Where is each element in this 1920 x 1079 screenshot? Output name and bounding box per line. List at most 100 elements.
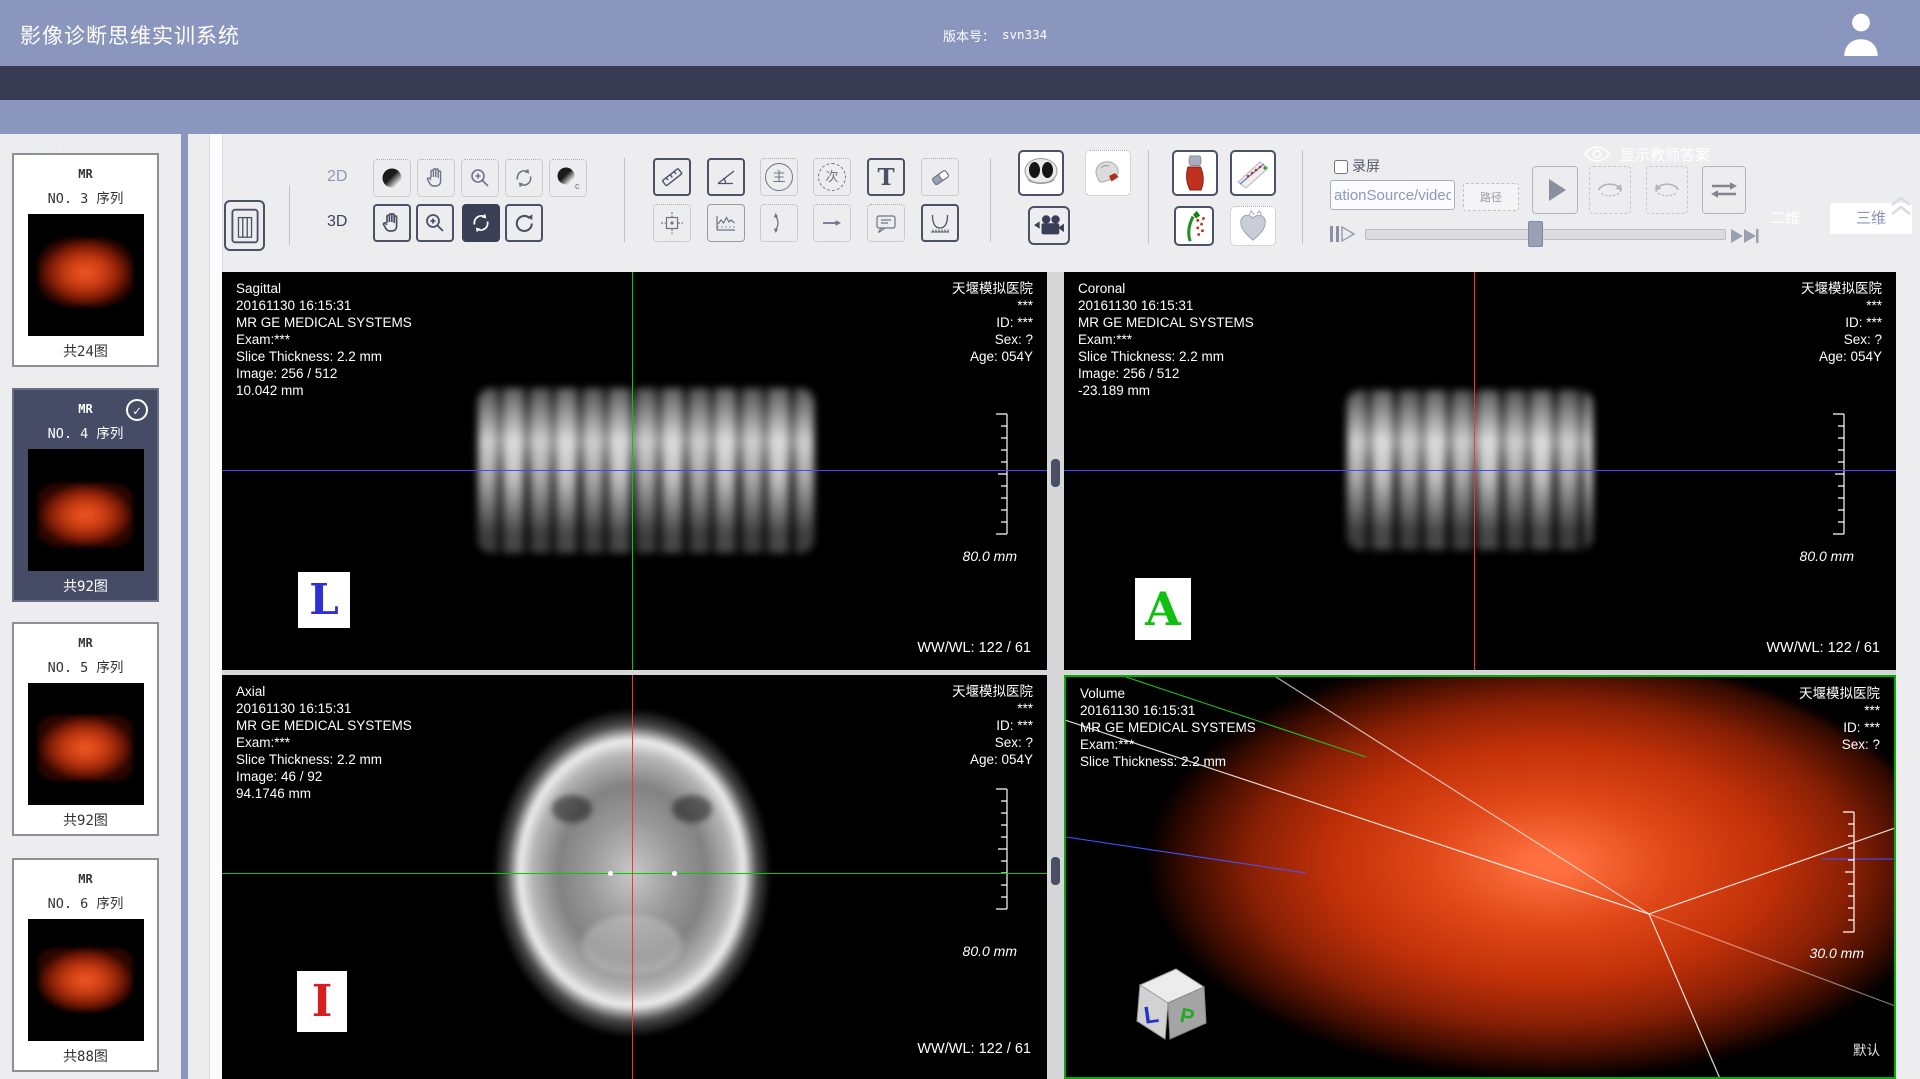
layout-button[interactable]: [224, 200, 265, 251]
sidebar-collapse-gutter[interactable]: [209, 134, 223, 1079]
show-answer-button[interactable]: 显示教师答案: [1584, 144, 1710, 165]
app-title: 影像诊断思维实训系统: [20, 20, 240, 50]
crosshair-vertical-green[interactable]: [632, 272, 633, 670]
contrast-icon: [380, 166, 404, 190]
label-3d: 3D: [327, 213, 347, 231]
version-label: 版本号：: [943, 26, 995, 45]
arrow-right-icon: [820, 211, 844, 235]
lungs-preset-button[interactable]: [1018, 150, 1064, 196]
series-card-no5[interactable]: MR NO. 5 序列 共92图: [12, 622, 159, 836]
viewport-sagittal[interactable]: Sagittal20161130 16:15:31 MR GE MEDICAL …: [222, 272, 1047, 670]
viewport-volume-selected[interactable]: Volume20161130 16:15:31 MR GE MEDICAL SY…: [1064, 675, 1896, 1079]
play-button[interactable]: [1532, 166, 1578, 214]
swap-arrows-icon: [1709, 179, 1739, 201]
rotate-2d-button[interactable]: [505, 159, 543, 197]
pan-2d-button[interactable]: [417, 159, 455, 197]
version-value: svn334: [1002, 27, 1047, 42]
slider-start-icon[interactable]: [1328, 222, 1358, 246]
series-thumbnail: [28, 919, 144, 1041]
eraser-icon: [928, 165, 952, 189]
pan-3d-button[interactable]: [373, 204, 411, 242]
main-roi-tool-button[interactable]: 主: [760, 158, 798, 196]
splitter-handle[interactable]: [1051, 459, 1060, 487]
bounce-loop-button[interactable]: [1702, 166, 1746, 214]
wwwl-readout: WW/WL: 122 / 61: [917, 1041, 1031, 1057]
eye-icon: [1584, 145, 1610, 163]
app-window: 影像诊断思维实训系统 版本号： svn334 <返回 显示教师答案 二维 三维 …: [0, 0, 1920, 1079]
ruler-label: 80.0 mm: [963, 943, 1017, 959]
path-button[interactable]: 路径: [1463, 183, 1519, 211]
hand-icon: [380, 211, 404, 235]
series-card-no4-selected[interactable]: ✓ MR NO. 4 序列 共92图: [12, 388, 159, 602]
wwwl-reset-2d-button[interactable]: c: [549, 159, 587, 197]
arc-icon: [767, 211, 791, 235]
viewport-coronal[interactable]: Coronal20161130 16:15:31 MR GE MEDICAL S…: [1064, 272, 1896, 670]
zoom-3d-button[interactable]: [416, 204, 454, 242]
text-tool-button[interactable]: T: [867, 158, 905, 196]
cine-slider-handle[interactable]: [1528, 221, 1543, 247]
loop-backward-icon: [1652, 177, 1682, 203]
sidebar-scrollbar[interactable]: [181, 134, 188, 1079]
orientation-cube[interactable]: L P: [1124, 957, 1216, 1051]
eraser-tool-button[interactable]: [921, 158, 959, 196]
cine-slider-track[interactable]: [1365, 229, 1726, 240]
angle-tool-button[interactable]: [707, 158, 745, 196]
scale-ruler: [1828, 412, 1848, 538]
heart-icon: [1236, 209, 1270, 243]
vessel-preset-button[interactable]: [1174, 206, 1214, 246]
collapse-toolbar-button[interactable]: [1888, 192, 1914, 220]
arrow-annotation-button[interactable]: [813, 204, 851, 242]
localizer-tool-button[interactable]: [653, 204, 691, 242]
secondary-roi-icon: 次: [818, 163, 846, 191]
sagittal-info-right: 天堰模拟医院*** ID: ***Sex: ? Age: 054Y: [952, 280, 1033, 365]
orientation-marker-left: L: [298, 572, 350, 628]
knee-preset-button[interactable]: [1172, 150, 1218, 196]
series-card-no3[interactable]: MR NO. 3 序列 共24图: [12, 153, 159, 367]
record-cine-button[interactable]: [1028, 206, 1070, 245]
vertical-splitter[interactable]: [1047, 272, 1064, 1079]
comment-bubble-icon: [874, 211, 898, 235]
splitter-handle[interactable]: [1051, 857, 1060, 885]
profile-curve-tool-button[interactable]: [707, 204, 745, 242]
slider-end-icon[interactable]: [1729, 226, 1761, 246]
ruler-label: 30.0 mm: [1810, 945, 1864, 961]
rotate-3d-button-active[interactable]: [462, 204, 500, 242]
ruler-tool-button[interactable]: [653, 158, 691, 196]
dimension-tabbar: 二维 三维: [0, 100, 1920, 134]
ruler-label: 80.0 mm: [963, 548, 1017, 564]
crosshair-vertical-red[interactable]: [1474, 272, 1475, 670]
orientation-marker-inferior: I: [297, 971, 347, 1032]
comment-tool-button[interactable]: [867, 204, 905, 242]
spine-path-icon: [1234, 154, 1272, 192]
series-count: 共24图: [14, 341, 157, 361]
axial-info-right: 天堰模拟医院*** ID: ***Sex: ? Age: 054Y: [952, 683, 1033, 768]
user-avatar[interactable]: [1840, 10, 1882, 56]
series-count: 共88图: [14, 1046, 157, 1066]
series-modality: MR: [14, 636, 157, 650]
record-screen-checkbox[interactable]: [1334, 160, 1348, 174]
preset-default-label[interactable]: 默认: [1853, 1039, 1880, 1059]
reset-view-3d-button[interactable]: [505, 204, 543, 242]
crosshair-horizontal-blue[interactable]: [1064, 470, 1896, 471]
skull-preset-button[interactable]: [1085, 150, 1131, 196]
toolbar-divider: [1148, 150, 1149, 244]
series-card-no6[interactable]: MR NO. 6 序列 共88图: [12, 858, 159, 1072]
curve-measure-tool-button[interactable]: [921, 204, 959, 242]
text-tool-icon: T: [877, 164, 894, 191]
crosshair-vertical-red[interactable]: [632, 675, 633, 1079]
record-path-input[interactable]: [1330, 180, 1455, 210]
arc-tool-button[interactable]: [760, 204, 798, 242]
secondary-roi-tool-button[interactable]: 次: [813, 158, 851, 196]
zoom-2d-button[interactable]: [461, 159, 499, 197]
crosshair-horizontal-blue[interactable]: [222, 470, 1047, 471]
crosshair-horizontal-green[interactable]: [222, 873, 1047, 874]
viewport-axial[interactable]: Axial20161130 16:15:31 MR GE MEDICAL SYS…: [222, 675, 1047, 1079]
contrast-reset-icon: c: [555, 165, 581, 191]
rotate-cycle-icon: [469, 211, 493, 235]
loop-backward-button[interactable]: [1646, 166, 1688, 214]
heart-preset-button[interactable]: [1230, 206, 1276, 246]
loop-forward-button[interactable]: [1589, 166, 1631, 214]
wwwl-2d-button[interactable]: [373, 159, 411, 197]
spine-preset-button[interactable]: [1230, 150, 1276, 196]
intensity-profile-icon: [714, 211, 738, 235]
